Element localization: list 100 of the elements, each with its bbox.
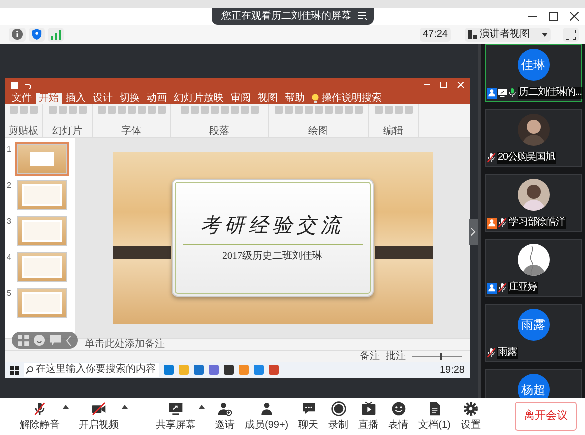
unmute-button[interactable]: 解除静音	[20, 400, 69, 432]
share-button[interactable]: 共享屏幕	[156, 400, 205, 432]
participant-name: 20公购吴国旭	[497, 152, 556, 164]
settings-icon	[462, 400, 479, 416]
live-button[interactable]: 直播	[358, 400, 379, 432]
video-button[interactable]: 开启视频	[79, 400, 128, 432]
slide-thumbnail[interactable]	[17, 216, 67, 246]
shield-icon	[32, 29, 42, 40]
undo-icon[interactable]	[24, 82, 31, 88]
slide-thumbnail[interactable]	[17, 252, 67, 282]
taskbar-search-field[interactable]: 在这里输入你要搜索的内容	[24, 363, 159, 377]
ribbon-group-label: 字体	[122, 126, 142, 137]
caret-icon[interactable]	[122, 404, 128, 408]
ribbon-tab[interactable]: 插入	[63, 93, 89, 104]
save-icon[interactable]	[11, 82, 18, 88]
meeting-timer: 47:24	[420, 28, 451, 42]
slide-thumbnail[interactable]	[17, 180, 67, 210]
ribbon-tab[interactable]: 开始	[36, 93, 62, 104]
caret-icon[interactable]	[199, 404, 205, 408]
grid-icon[interactable]	[18, 335, 29, 346]
slide-number: 2	[7, 180, 12, 192]
avatar: 佳琳	[518, 49, 550, 81]
close-icon[interactable]	[570, 12, 579, 21]
members-button[interactable]: 成员(99+)	[245, 400, 289, 432]
caret-icon[interactable]	[63, 404, 69, 408]
window-controls-icon[interactable]	[424, 82, 464, 88]
ribbon-tab[interactable]: 切换	[117, 93, 143, 104]
chat-button[interactable]: 聊天	[298, 400, 319, 432]
participant-name: 学习部徐皓洋	[508, 217, 566, 229]
ribbon-tab[interactable]: 帮助	[282, 93, 308, 104]
ribbon-icons[interactable]	[274, 106, 362, 114]
record-icon	[330, 400, 347, 416]
add-person-icon	[217, 400, 233, 416]
chat-icon[interactable]	[50, 335, 61, 346]
ribbon-tab[interactable]: 审阅	[228, 93, 254, 104]
status-bar-button[interactable]: 备注	[360, 351, 380, 362]
ribbon-icons[interactable]	[180, 106, 258, 114]
status-bar-button[interactable]: 批注	[386, 351, 406, 362]
security-button[interactable]	[29, 28, 45, 42]
signal-button[interactable]	[48, 28, 64, 42]
ribbon-icons[interactable]	[10, 106, 38, 114]
ribbon-group-label: 幻灯片	[52, 126, 82, 137]
search-icon	[26, 366, 34, 374]
ribbon-tab[interactable]: 设计	[90, 93, 116, 104]
reactions-button[interactable]: 表情	[388, 400, 409, 432]
collapse-icon[interactable]	[66, 336, 72, 346]
ribbon-tab[interactable]: 视图	[255, 93, 281, 104]
slide-number: 3	[7, 216, 12, 228]
record-button[interactable]: 录制	[328, 400, 349, 432]
ribbon-tab[interactable]: 文件	[9, 93, 35, 104]
ribbon-group-label: 编辑	[384, 126, 404, 137]
notes-placeholder[interactable]: 单击此处添加备注	[85, 339, 165, 350]
ribbon-tab[interactable]: 动画	[144, 93, 170, 104]
invite-button[interactable]: 邀请	[215, 400, 235, 432]
video-tile[interactable]: 学习部徐皓洋	[485, 174, 582, 232]
layout-icon	[468, 30, 477, 39]
slide-thumbnail[interactable]	[17, 288, 67, 318]
chat-icon	[300, 400, 317, 416]
share-screen-icon	[168, 400, 184, 416]
video-tile[interactable]: 佳琳 历二刘佳琳的...	[485, 44, 582, 102]
taskbar-clock: 19:28	[440, 364, 465, 378]
ribbon-icons[interactable]	[374, 106, 412, 114]
video-tile[interactable]: 20公购吴国旭	[485, 109, 582, 167]
fullscreen-button[interactable]	[563, 28, 579, 42]
video-tile[interactable]: 庄亚婷	[485, 239, 582, 297]
slide-number: 5	[7, 288, 12, 300]
ribbon-tab[interactable]: 幻灯片放映	[171, 93, 227, 104]
ribbon-group-label: 段落	[210, 126, 230, 137]
ribbon-tab[interactable]: 操作说明搜索	[309, 93, 385, 104]
view-dropdown[interactable]: 演讲者视图	[465, 28, 551, 42]
maximize-icon[interactable]	[549, 12, 558, 21]
leave-meeting-button[interactable]: 离开会议	[515, 402, 577, 431]
person-icon	[258, 400, 275, 416]
list-icon[interactable]	[358, 12, 368, 21]
slide-thumbnail[interactable]	[17, 144, 67, 174]
slide-number: 1	[7, 144, 12, 156]
settings-button[interactable]: 设置	[460, 400, 481, 432]
smiley-icon[interactable]	[34, 335, 45, 346]
ribbon-group-label: 绘图	[308, 126, 328, 137]
signal-icon	[51, 30, 61, 40]
chevron-icon	[471, 228, 476, 236]
documents-button[interactable]: 文档(1)	[418, 400, 451, 432]
play-screen-icon	[360, 400, 377, 416]
notice-text: 您正在观看历二刘佳琳的屏幕	[222, 10, 352, 24]
ribbon-icons[interactable]	[48, 106, 86, 114]
ribbon-icons[interactable]	[98, 106, 166, 114]
info-button[interactable]	[9, 28, 26, 42]
slide-subtitle: 2017级历史二班刘佳琳	[222, 250, 322, 264]
camera-off-icon	[91, 400, 107, 416]
video-tile[interactable]: 杨超	[485, 369, 582, 398]
video-tile[interactable]: 雨露 雨露	[485, 304, 582, 362]
participant-name: 雨露	[497, 347, 518, 359]
slide-title: 考研经验交流	[200, 212, 344, 239]
start-icon[interactable]	[10, 366, 19, 374]
caret-icon[interactable]	[542, 32, 548, 36]
slide-bar	[112, 246, 170, 259]
participant-name: 庄亚婷	[508, 282, 538, 294]
avatar: 杨超	[518, 374, 550, 398]
fullscreen-icon	[566, 30, 576, 40]
panel-toggle[interactable]	[469, 219, 478, 245]
